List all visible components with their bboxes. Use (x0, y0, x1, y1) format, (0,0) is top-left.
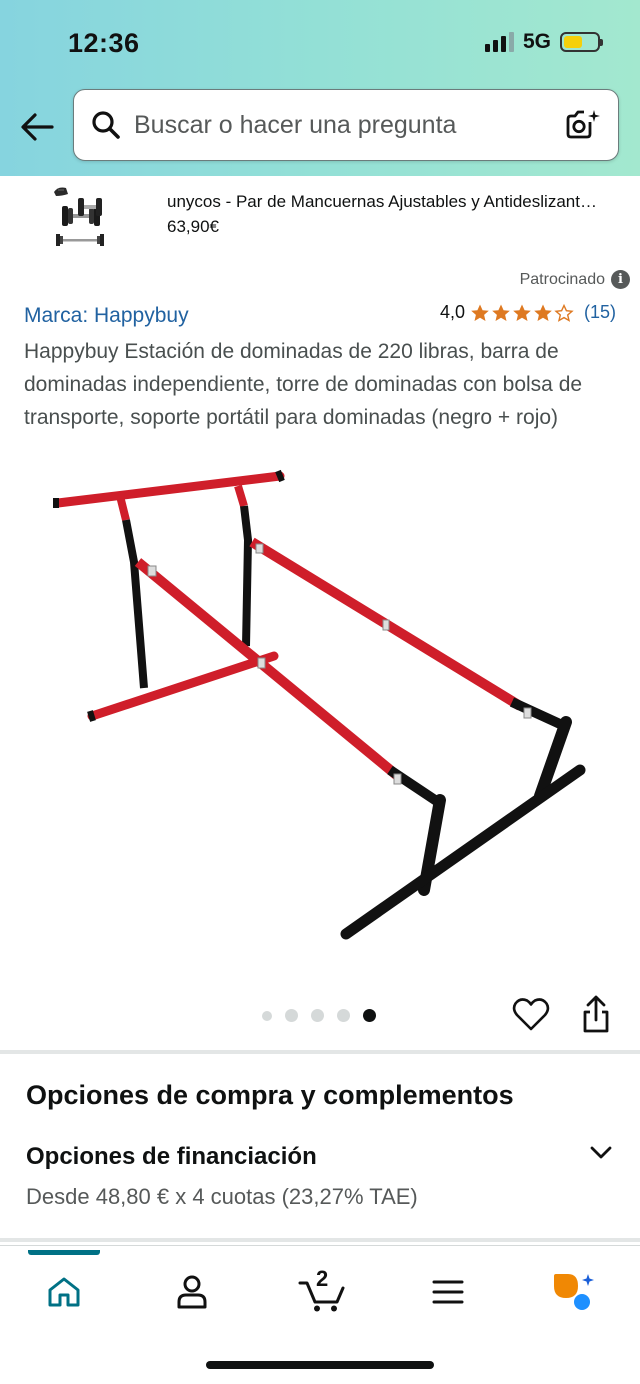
rating-stars (470, 303, 574, 323)
financing-description: Desde 48,80 € x 4 cuotas (23,27% TAE) (26, 1184, 418, 1209)
person-icon (177, 1275, 207, 1309)
cart-count-badge: 2 (316, 1266, 329, 1291)
arrow-left-icon[interactable] (18, 108, 56, 146)
nav-menu[interactable] (424, 1268, 472, 1316)
search-bar[interactable] (73, 89, 619, 161)
star-empty-icon (554, 303, 574, 322)
nav-rufus[interactable] (550, 1268, 598, 1316)
nav-home[interactable] (40, 1268, 88, 1316)
search-icon (92, 111, 120, 139)
pull-up-bar-station-icon[interactable] (40, 462, 600, 962)
share-icon[interactable] (578, 994, 614, 1034)
section-divider (0, 1238, 640, 1242)
network-type: 5G (522, 30, 551, 53)
star-full-icon (492, 304, 510, 321)
product-rating[interactable]: 4,0 (15) (440, 302, 616, 323)
star-full-icon (534, 304, 552, 321)
info-icon[interactable]: i (611, 270, 630, 289)
carousel-dot[interactable] (311, 1009, 324, 1022)
carousel-dots[interactable] (262, 1009, 376, 1022)
heart-icon[interactable] (512, 996, 550, 1032)
menu-icon (432, 1280, 464, 1304)
app-header: 12:36 5G (0, 0, 640, 176)
active-tab-indicator (28, 1250, 100, 1255)
related-product-title[interactable]: unycos - Par de Mancuernas Ajustables y … (167, 192, 627, 212)
nav-account[interactable] (168, 1268, 216, 1316)
sponsored-label[interactable]: Patrocinado i (520, 270, 630, 289)
product-title: Happybuy Estación de dominadas de 220 li… (24, 340, 583, 429)
carousel-dot-active[interactable] (363, 1009, 376, 1022)
status-indicators: 5G (484, 30, 603, 54)
related-product-price: 63,90€ (167, 217, 219, 236)
home-icon (48, 1277, 80, 1307)
search-input[interactable] (134, 110, 534, 140)
camera-icon[interactable] (564, 108, 600, 142)
rating-value: 4,0 (439, 302, 465, 322)
chevron-down-icon[interactable] (588, 1140, 614, 1166)
star-full-icon (471, 304, 489, 321)
sponsored-text: Patrocinado (519, 270, 605, 288)
battery-icon (560, 32, 603, 52)
rufus-assistant-icon (554, 1274, 594, 1310)
star-full-icon (513, 304, 531, 321)
financing-options-title[interactable]: Opciones de financiación (26, 1143, 317, 1171)
bottom-nav: 2 (0, 1245, 640, 1384)
home-indicator-bar (206, 1361, 434, 1369)
signal-icon (484, 32, 514, 52)
section-divider (0, 1050, 640, 1054)
nav-cart[interactable]: 2 (294, 1266, 350, 1316)
dumbbells-icon (54, 187, 104, 246)
related-product-banner[interactable]: unycos - Par de Mancuernas Ajustables y … (0, 176, 640, 256)
brand-link[interactable]: Marca: Happybuy (24, 304, 189, 328)
status-time: 12:36 (68, 28, 140, 58)
carousel-dot[interactable] (262, 1010, 272, 1021)
carousel-dot[interactable] (337, 1009, 350, 1022)
carousel-dot[interactable] (285, 1009, 298, 1022)
purchase-options-title: Opciones de compra y complementos (26, 1080, 514, 1110)
rating-count[interactable]: (15) (584, 302, 616, 323)
